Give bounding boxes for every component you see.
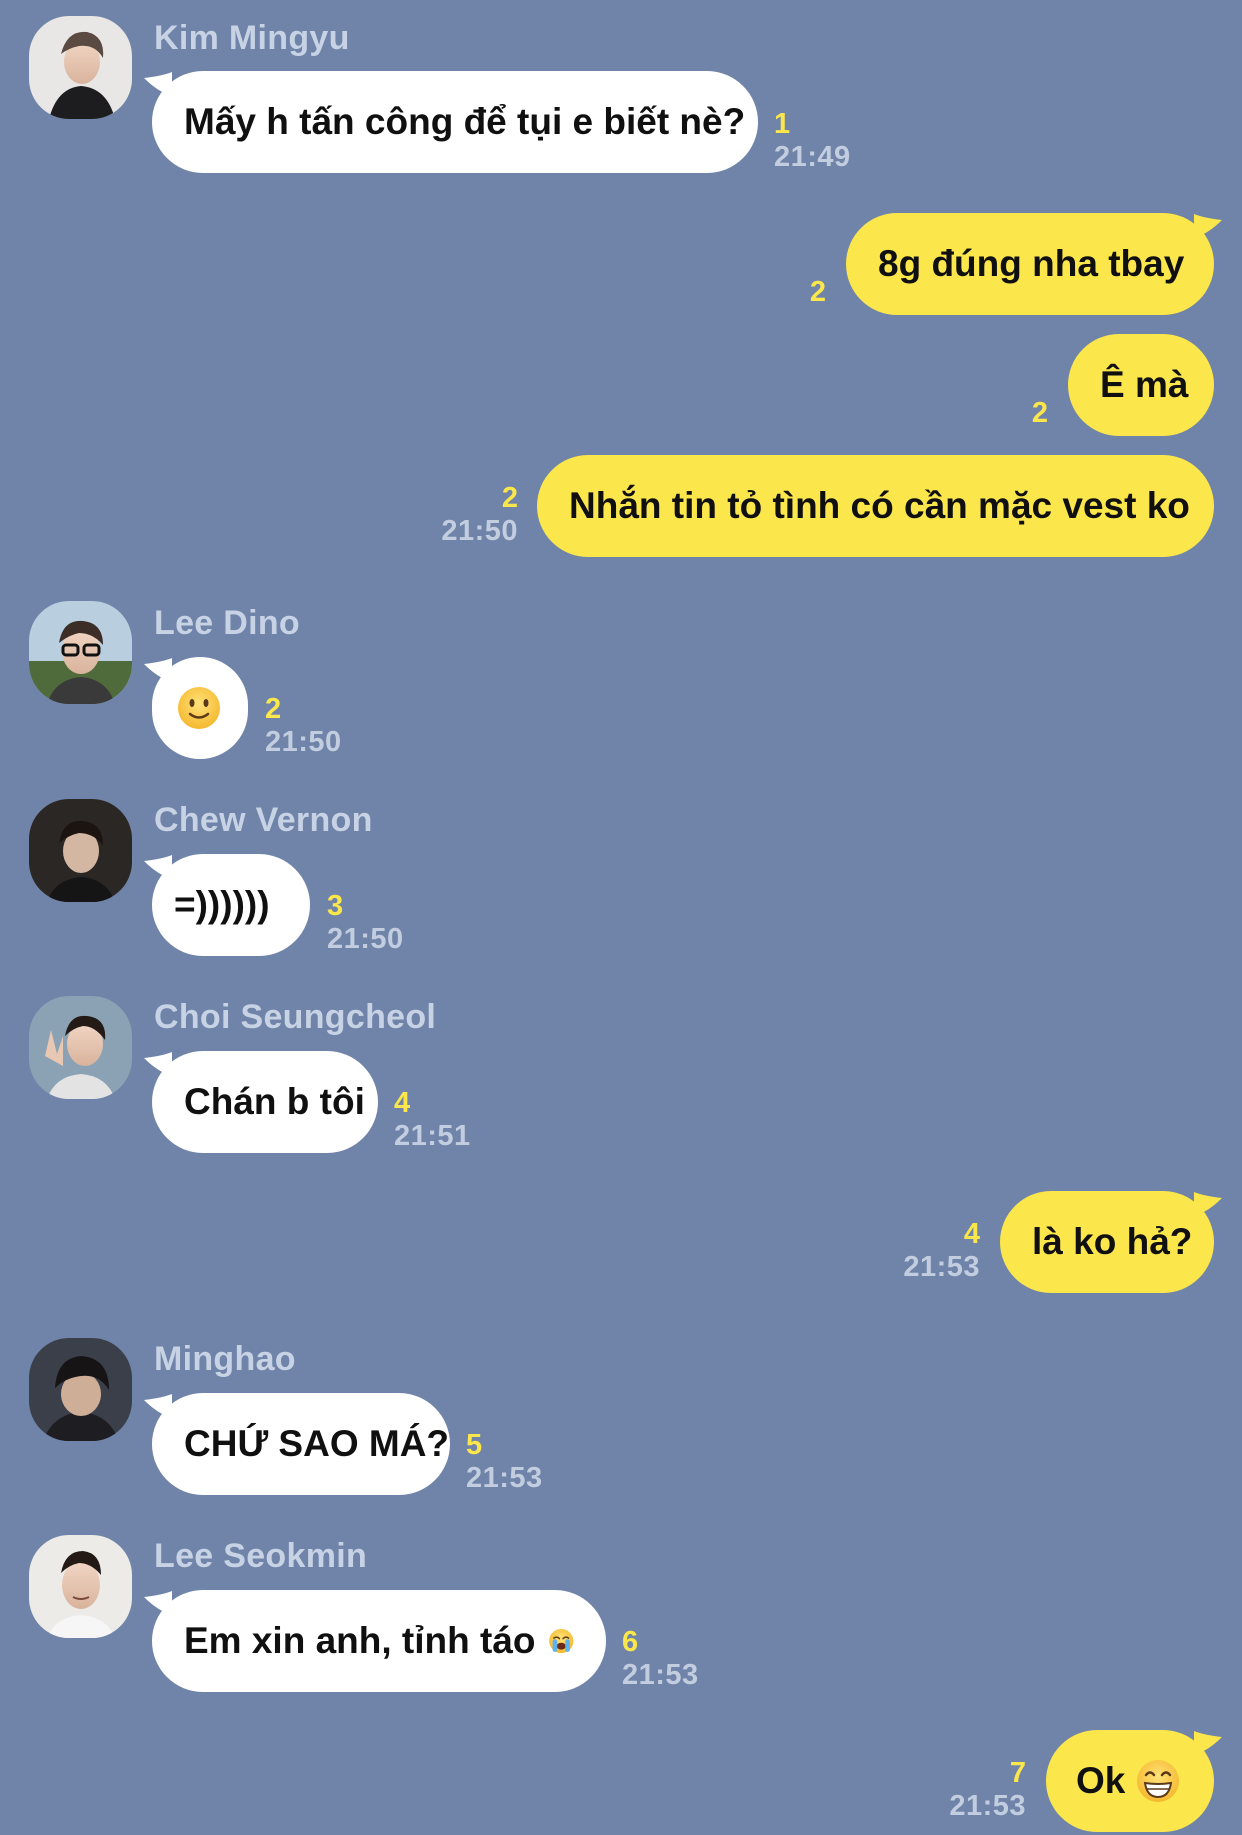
unread-count: 4 <box>394 1087 411 1119</box>
message-meta: 2 <box>1032 397 1048 430</box>
unread-count: 7 <box>1009 1757 1026 1789</box>
message-bubble[interactable]: Mấy h tấn công để tụi e biết nè? <box>152 71 758 173</box>
unread-count: 2 <box>809 276 826 308</box>
unread-count: 3 <box>327 890 344 922</box>
message-bubble[interactable]: 8g đúng nha tbay <box>846 213 1214 315</box>
message-bubble[interactable] <box>152 657 248 759</box>
message-text: Ok <box>1076 1760 1126 1801</box>
unread-count: 6 <box>622 1626 639 1658</box>
message-meta: 1 21:49 <box>774 108 851 174</box>
timestamp: 21:49 <box>774 141 851 173</box>
timestamp: 21:53 <box>903 1251 980 1283</box>
message-text: Nhắn tin tỏ tình có cần mặc vest ko <box>569 485 1190 526</box>
message-meta: 7 21:53 <box>949 1757 1026 1823</box>
sender-name: Chew Vernon <box>154 801 373 839</box>
timestamp: 21:51 <box>394 1120 471 1152</box>
message-meta: 5 21:53 <box>466 1429 543 1495</box>
message-meta: 2 <box>810 276 826 309</box>
avatar[interactable] <box>29 996 132 1099</box>
timestamp: 21:53 <box>949 1790 1026 1822</box>
timestamp: 21:50 <box>327 923 404 955</box>
message-bubble[interactable]: Ê mà <box>1068 334 1214 436</box>
unread-count: 2 <box>501 482 518 514</box>
message-bubble[interactable]: là ko hả? <box>1000 1191 1214 1293</box>
avatar[interactable] <box>29 799 132 902</box>
unread-count: 5 <box>466 1429 483 1461</box>
message-bubble[interactable]: Chán b tôi <box>152 1051 378 1153</box>
message-bubble[interactable]: Ok <box>1046 1730 1214 1832</box>
sender-name: Kim Mingyu <box>154 19 350 57</box>
unread-count: 2 <box>265 693 282 725</box>
message-meta: 2 21:50 <box>441 482 518 548</box>
sender-name: Minghao <box>154 1340 296 1378</box>
message-bubble[interactable]: CHỨ SAO MÁ? <box>152 1393 450 1495</box>
profile-photo-icon <box>29 799 132 902</box>
timestamp: 21:50 <box>265 726 342 758</box>
avatar[interactable] <box>29 16 132 119</box>
sender-name: Lee Dino <box>154 604 300 642</box>
avatar[interactable] <box>29 1535 132 1638</box>
slightly-smiling-face-emoji <box>178 687 220 729</box>
timestamp: 21:53 <box>622 1659 699 1691</box>
avatar[interactable] <box>29 601 132 704</box>
message-meta: 3 21:50 <box>327 890 404 956</box>
avatar[interactable] <box>29 1338 132 1441</box>
unread-count: 4 <box>963 1218 980 1250</box>
message-meta: 4 21:53 <box>903 1218 980 1284</box>
profile-photo-icon <box>29 601 132 704</box>
loudly-crying-face-emoji <box>548 1628 573 1654</box>
message-meta: 4 21:51 <box>394 1087 471 1153</box>
unread-count: 1 <box>774 108 791 140</box>
profile-photo-icon <box>29 16 132 119</box>
message-bubble[interactable]: =)))))) <box>152 854 310 956</box>
message-meta: 2 21:50 <box>265 693 342 759</box>
sender-name: Lee Seokmin <box>154 1537 368 1575</box>
message-text: CHỨ SAO MÁ? <box>184 1423 450 1464</box>
grinning-face-emoji <box>1137 1760 1180 1802</box>
message-text: Chán b tôi <box>184 1081 365 1122</box>
message-text: 8g đúng nha tbay <box>878 243 1185 284</box>
message-text: Mấy h tấn công để tụi e biết nè? <box>184 101 746 142</box>
message-text: là ko hả? <box>1032 1221 1193 1262</box>
message-bubble[interactable]: Em xin anh, tỉnh táo <box>152 1590 606 1692</box>
timestamp: 21:53 <box>466 1462 543 1494</box>
profile-photo-icon <box>29 1535 132 1638</box>
message-meta: 6 21:53 <box>622 1626 699 1692</box>
message-text: =)))))) <box>174 884 270 925</box>
sender-name: Choi Seungcheol <box>154 998 437 1036</box>
profile-photo-icon <box>29 1338 132 1441</box>
message-text: Em xin anh, tỉnh táo <box>184 1620 536 1661</box>
timestamp: 21:50 <box>441 515 518 547</box>
unread-count: 2 <box>1031 397 1048 429</box>
message-text: Ê mà <box>1100 364 1189 405</box>
message-bubble[interactable]: Nhắn tin tỏ tình có cần mặc vest ko <box>537 455 1214 557</box>
profile-photo-icon <box>29 996 132 1099</box>
